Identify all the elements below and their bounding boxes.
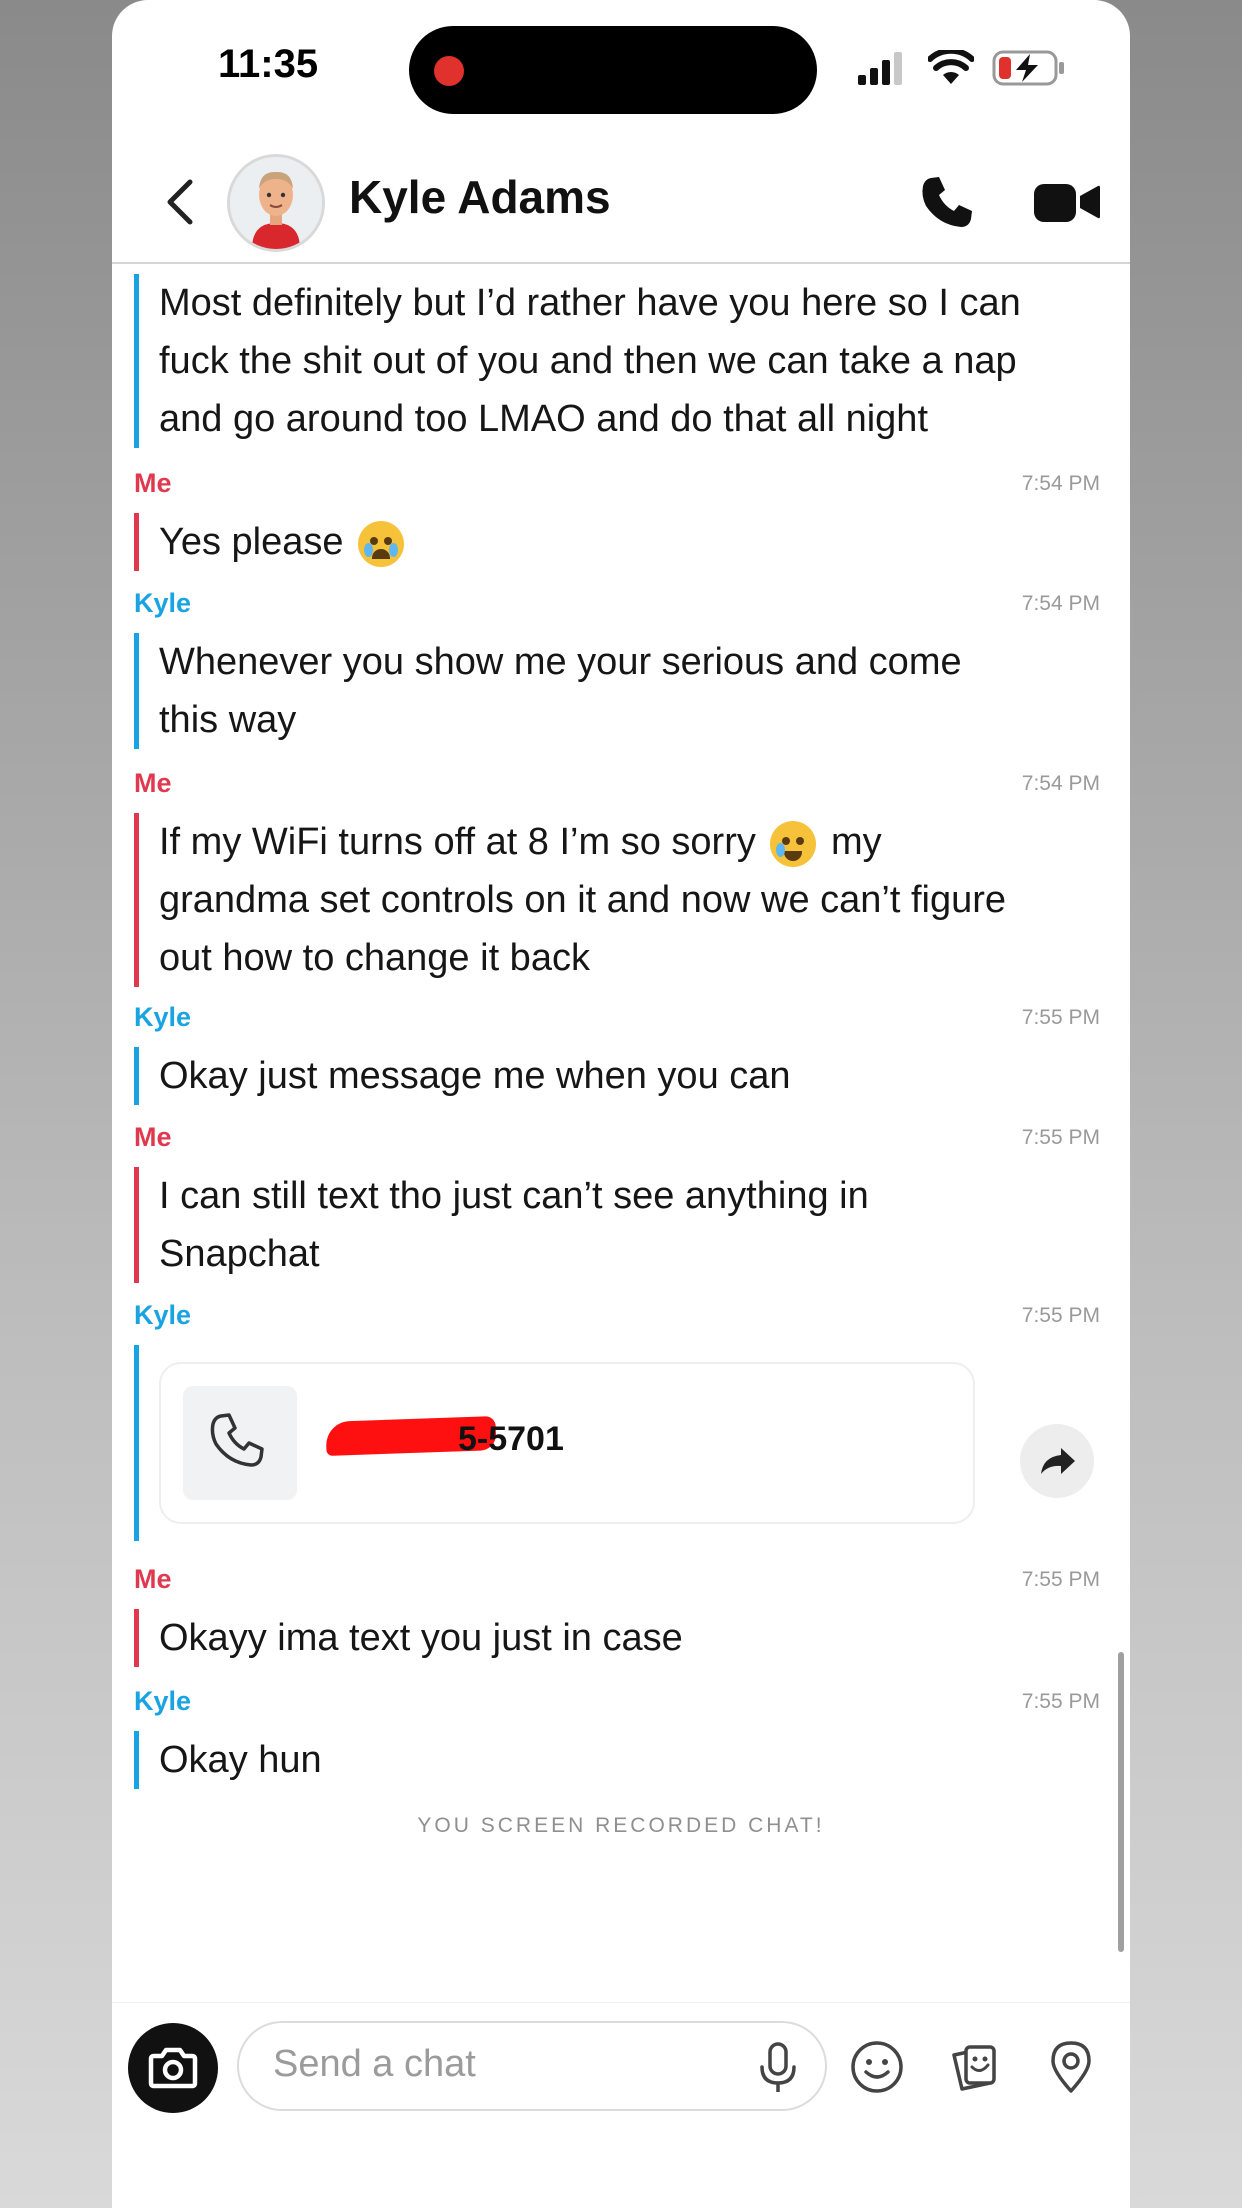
- sender-label: Kyle: [134, 1300, 192, 1330]
- recording-indicator-icon: [434, 56, 464, 86]
- message-item: Me 7:54 PM If my WiFi turns off at 8 I’m…: [134, 768, 1100, 998]
- message-item: Me 7:54 PM Yes please: [134, 468, 1100, 578]
- battery-charging-icon: [992, 50, 1064, 86]
- message-line: Yes please: [159, 513, 1100, 571]
- message-timestamp: 7:55 PM: [1021, 1690, 1100, 1713]
- phone-screen: 11:35 Kyle Adams Most definitely but I’d…: [112, 0, 1130, 2208]
- sender-label: Kyle: [134, 588, 192, 618]
- message-line: this way: [159, 699, 297, 741]
- avatar[interactable]: [227, 154, 325, 252]
- contact-name[interactable]: Kyle Adams: [349, 170, 611, 224]
- sender-label: Me: [134, 1564, 172, 1594]
- message-item: Me 7:55 PM I can still text tho just can…: [134, 1122, 1100, 1292]
- video-icon[interactable]: [1032, 174, 1102, 230]
- message-line: Okay just message me when you can: [159, 1055, 791, 1097]
- loudly-crying-emoji-icon: [358, 520, 405, 567]
- contact-phone-number: 5-5701: [458, 1420, 564, 1458]
- wifi-icon: [928, 50, 974, 84]
- message-text: I can still text tho just can’t see anyt…: [134, 1167, 1100, 1283]
- smiley-icon[interactable]: [847, 2037, 907, 2097]
- bitmoji-avatar-icon: [230, 157, 322, 249]
- chat-header: Kyle Adams: [112, 140, 1130, 264]
- sender-label: Me: [134, 1122, 172, 1152]
- shared-contact-message: 5-5701: [134, 1345, 1100, 1541]
- message-timestamp: 7:54 PM: [1021, 472, 1100, 495]
- message-item: Kyle 7:55 PM Okay hun: [134, 1686, 1100, 1796]
- camera-button[interactable]: [128, 2023, 218, 2113]
- back-chevron-icon[interactable]: [152, 172, 212, 232]
- sender-label: Me: [134, 768, 172, 798]
- chat-input-placeholder: Send a chat: [273, 2043, 476, 2085]
- message-line: out how to change it back: [159, 937, 590, 979]
- stickers-icon[interactable]: [944, 2037, 1004, 2097]
- message-text: If my WiFi turns off at 8 I’m so sorry m…: [134, 813, 1100, 987]
- microphone-icon[interactable]: [753, 2041, 803, 2095]
- message-line: and go around too LMAO and do that all n…: [159, 398, 928, 440]
- camera-icon: [148, 2047, 198, 2089]
- message-text: Okayy ima text you just in case: [134, 1609, 1100, 1667]
- sender-label: Kyle: [134, 1002, 192, 1032]
- message-text: Yes please: [134, 513, 1100, 571]
- message-timestamp: 7:55 PM: [1021, 1304, 1100, 1327]
- phone-icon[interactable]: [917, 172, 977, 232]
- message-timestamp: 7:55 PM: [1021, 1568, 1100, 1591]
- message-timestamp: 7:54 PM: [1021, 772, 1100, 795]
- message-line: grandma set controls on it and now we ca…: [159, 879, 1007, 921]
- scrollbar[interactable]: [1118, 1652, 1124, 1952]
- message-text: Okay hun: [134, 1731, 1100, 1789]
- message-list[interactable]: Most definitely but I’d rather have you …: [112, 262, 1130, 2002]
- cellular-signal-icon: [858, 52, 902, 85]
- message-timestamp: 7:55 PM: [1021, 1006, 1100, 1029]
- message-timestamp: 7:54 PM: [1021, 592, 1100, 615]
- phone-outline-icon: [210, 1413, 264, 1467]
- sender-label: Me: [134, 468, 172, 498]
- crying-emoji-icon: [770, 820, 817, 867]
- message-line: Okayy ima text you just in case: [159, 1617, 683, 1659]
- message-item: Kyle 7:54 PM Whenever you show me your s…: [134, 588, 1100, 758]
- message-item: Kyle 7:55 PM 5-5701: [134, 1300, 1100, 1541]
- message-line: Okay hun: [159, 1739, 322, 1781]
- screen-record-notice: YOU SCREEN RECORDED CHAT!: [417, 1814, 825, 1837]
- sender-label: Kyle: [134, 1686, 192, 1716]
- message-timestamp: 7:55 PM: [1021, 1126, 1100, 1149]
- message-item: Most definitely but I’d rather have you …: [134, 274, 1100, 456]
- status-icons: [858, 48, 1066, 88]
- composer-bar: Send a chat: [112, 2002, 1130, 2208]
- message-line: Whenever you show me your serious and co…: [159, 641, 962, 683]
- chat-input[interactable]: Send a chat: [237, 2021, 827, 2111]
- location-pin-icon[interactable]: [1041, 2037, 1101, 2097]
- share-button[interactable]: [1020, 1424, 1094, 1498]
- message-line: Snapchat: [159, 1233, 320, 1275]
- status-time: 11:35: [218, 42, 319, 86]
- contact-card-phone-tile: [183, 1386, 297, 1500]
- message-text: Most definitely but I’d rather have you …: [134, 274, 1100, 448]
- message-line: Most definitely but I’d rather have you …: [159, 282, 1021, 324]
- message-item: Me 7:55 PM Okayy ima text you just in ca…: [134, 1564, 1100, 1674]
- message-text: Okay just message me when you can: [134, 1047, 1100, 1105]
- message-text: Whenever you show me your serious and co…: [134, 633, 1100, 749]
- message-line: If my WiFi turns off at 8 I’m so sorry m…: [159, 813, 1100, 871]
- contact-card[interactable]: 5-5701: [159, 1362, 975, 1524]
- share-arrow-icon: [1041, 1448, 1075, 1474]
- message-line: I can still text tho just can’t see anyt…: [159, 1175, 869, 1217]
- message-item: Kyle 7:55 PM Okay just message me when y…: [134, 1002, 1100, 1112]
- message-line: fuck the shit out of you and then we can…: [159, 340, 1017, 382]
- dynamic-island: [409, 26, 817, 114]
